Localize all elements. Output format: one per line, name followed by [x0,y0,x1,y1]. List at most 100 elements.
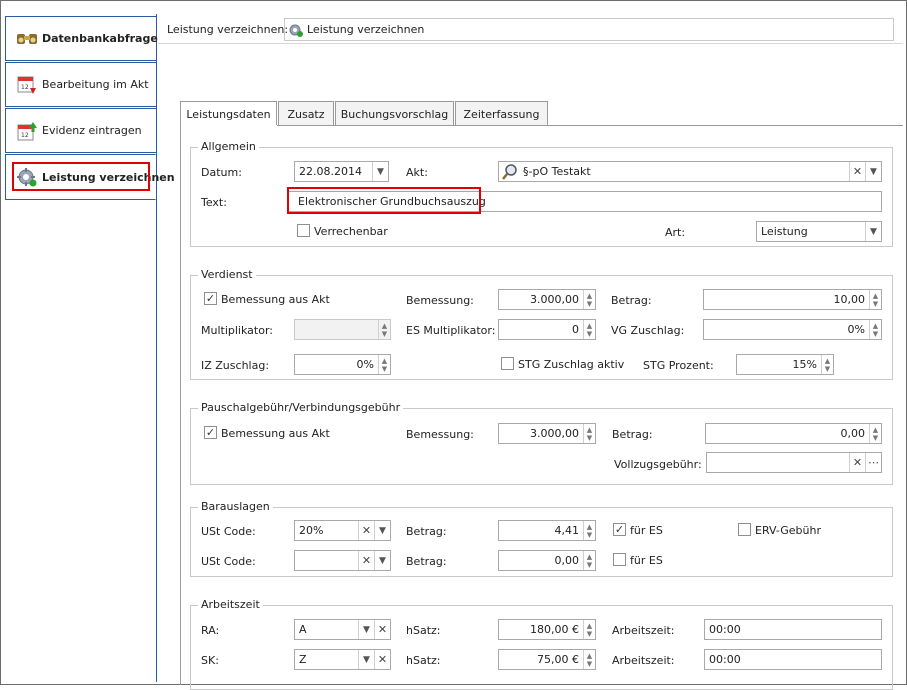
highlight-box-sidebar [12,162,150,191]
sk-value: Z [299,653,307,666]
chevron-down-icon[interactable]: ▼ [358,650,374,669]
tab-leistungsdaten[interactable]: Leistungsdaten [180,101,277,127]
tab-zusatz[interactable]: Zusatz [278,101,334,126]
akt-field[interactable]: §-pO Testakt ✕ ▼ [498,161,882,182]
calendar-add-icon: 12 [17,121,37,140]
bemessung-label: Bemessung: [406,294,474,307]
chevron-down-icon[interactable]: ▼ [865,162,881,181]
bar-betrag-field[interactable]: 4,41 ▲ ▼ [498,520,596,541]
ra-select[interactable]: A ▼ ✕ [294,619,391,640]
betrag-field[interactable]: 10,00 ▲ ▼ [703,289,882,310]
chevron-down-icon[interactable]: ▼ [374,521,390,540]
sidebar-item-datenbankabfrage[interactable]: Datenbankabfrage [5,16,158,61]
ra-label: RA: [201,624,220,637]
chevron-down-icon[interactable]: ▼ [372,162,388,181]
spinner-icon[interactable]: ▲ ▼ [869,290,881,309]
sidebar-item-bearbeitung[interactable]: 12 Bearbeitung im Akt [5,62,156,107]
multiplikator-field[interactable]: ▲ ▼ [294,319,391,340]
close-icon[interactable]: ✕ [358,551,374,570]
chevron-down-icon[interactable]: ▼ [374,551,390,570]
erv-gebuehr-label: ERV-Gebühr [755,524,821,537]
iz-zuschlag-value: 0% [356,358,374,371]
sk-label: SK: [201,654,219,667]
chevron-down-icon[interactable]: ▼ [865,222,881,241]
tab-zeiterfassung[interactable]: Zeiterfassung [455,101,548,126]
sk-select[interactable]: Z ▼ ✕ [294,649,391,670]
hsatz-label: hSatz: [406,654,441,667]
spinner-icon[interactable]: ▲ ▼ [583,650,595,669]
action-selector-value: Leistung verzeichnen [307,23,425,36]
pauschal-betrag-field[interactable]: 0,00 ▲ ▼ [705,423,882,444]
spinner-icon[interactable]: ▲ ▼ [378,355,390,374]
action-selector[interactable]: Leistung verzeichnen [284,18,894,41]
tab-buchungsvorschlag[interactable]: Buchungsvorschlag [335,101,454,126]
hsatz-field-2[interactable]: 75,00 € ▲ ▼ [498,649,596,670]
betrag-value: 10,00 [833,293,866,306]
pauschal-bemessung-field[interactable]: 3.000,00 ▲ ▼ [498,423,596,444]
calendar-edit-icon: 12 [17,76,36,94]
stg-zuschlag-label: STG Zuschlag aktiv [518,358,625,371]
close-icon[interactable]: ✕ [358,521,374,540]
spinner-icon[interactable]: ▲ ▼ [869,320,881,339]
search-icon[interactable] [501,163,519,181]
more-icon[interactable]: ⋯ [865,453,881,472]
stg-prozent-field[interactable]: 15% ▲ ▼ [736,354,834,375]
tab-label: Zusatz [287,107,325,121]
es-multiplikator-value: 0 [572,323,579,336]
chevron-down-icon[interactable]: ▼ [358,620,374,639]
tab-label: Zeiterfassung [463,107,540,121]
close-icon[interactable]: ✕ [849,453,865,472]
vg-zuschlag-field[interactable]: 0% ▲ ▼ [703,319,882,340]
pauschal-bemessung-aus-akt-label: Bemessung aus Akt [221,427,330,440]
ra-value: A [299,623,307,636]
art-select[interactable]: Leistung ▼ [756,221,882,242]
bar-betrag-field-2[interactable]: 0,00 ▲ ▼ [498,550,596,571]
erv-gebuehr-checkbox[interactable] [738,523,751,536]
es-multiplikator-field[interactable]: 0 ▲ ▼ [498,319,596,340]
bar-betrag-value: 4,41 [554,524,580,537]
bemessung-field[interactable]: 3.000,00 ▲ ▼ [498,289,596,310]
spinner-icon[interactable]: ▲ ▼ [583,521,595,540]
betrag-label: Betrag: [406,525,447,538]
gear-icon [289,24,303,37]
spinner-icon[interactable]: ▲ ▼ [583,620,595,639]
arbeitszeit-label: Arbeitszeit: [612,624,675,637]
sidebar: Datenbankabfrage 12 Bearbeitung im Akt 1… [5,14,175,682]
hsatz-field[interactable]: 180,00 € ▲ ▼ [498,619,596,640]
fuer-es-checkbox-2[interactable] [613,553,626,566]
close-icon[interactable]: ✕ [374,620,390,639]
vollzugs-label: Vollzugsgebühr: [614,458,702,471]
multiplikator-label: Multiplikator: [201,324,273,337]
ust-code-label: USt Code: [201,525,256,538]
pauschal-bemessung-aus-akt-checkbox[interactable]: ✓ [204,426,217,439]
spinner-icon[interactable]: ▲ ▼ [583,424,595,443]
group-title: Verdienst [198,268,256,281]
spinner-icon[interactable]: ▲ ▼ [583,551,595,570]
fuer-es-label: für ES [630,524,663,537]
tab-label: Leistungsdaten [186,108,271,121]
datum-field[interactable]: 22.08.2014 ▼ [294,161,389,182]
spinner-icon[interactable]: ▲ ▼ [378,320,390,339]
arbeitszeit-field-2[interactable]: 00:00 [704,649,882,670]
iz-zuschlag-field[interactable]: 0% ▲ ▼ [294,354,391,375]
ust-code-select-2[interactable]: ✕ ▼ [294,550,391,571]
spinner-icon[interactable]: ▲ ▼ [583,290,595,309]
fuer-es-checkbox[interactable]: ✓ [613,523,626,536]
stg-zuschlag-checkbox[interactable] [501,357,514,370]
verrechenbar-checkbox[interactable] [297,224,310,237]
text-label: Text: [201,196,227,209]
spinner-icon[interactable]: ▲ ▼ [821,355,833,374]
close-icon[interactable]: ✕ [849,162,865,181]
spinner-icon[interactable]: ▲ ▼ [583,320,595,339]
close-icon[interactable]: ✕ [374,650,390,669]
ust-code-select[interactable]: 20% ✕ ▼ [294,520,391,541]
vollzugs-field[interactable]: ✕ ⋯ [706,452,882,473]
sidebar-item-label: Datenbankabfrage [42,32,158,45]
sidebar-item-evidenz[interactable]: 12 Evidenz eintragen [5,108,156,153]
pauschal-bemessung-value: 3.000,00 [530,427,579,440]
tab-join [181,125,277,127]
bemessung-aus-akt-checkbox[interactable]: ✓ [204,292,217,305]
arbeitszeit-field[interactable]: 00:00 [704,619,882,640]
datum-value: 22.08.2014 [299,165,362,178]
spinner-icon[interactable]: ▲ ▼ [869,424,881,443]
